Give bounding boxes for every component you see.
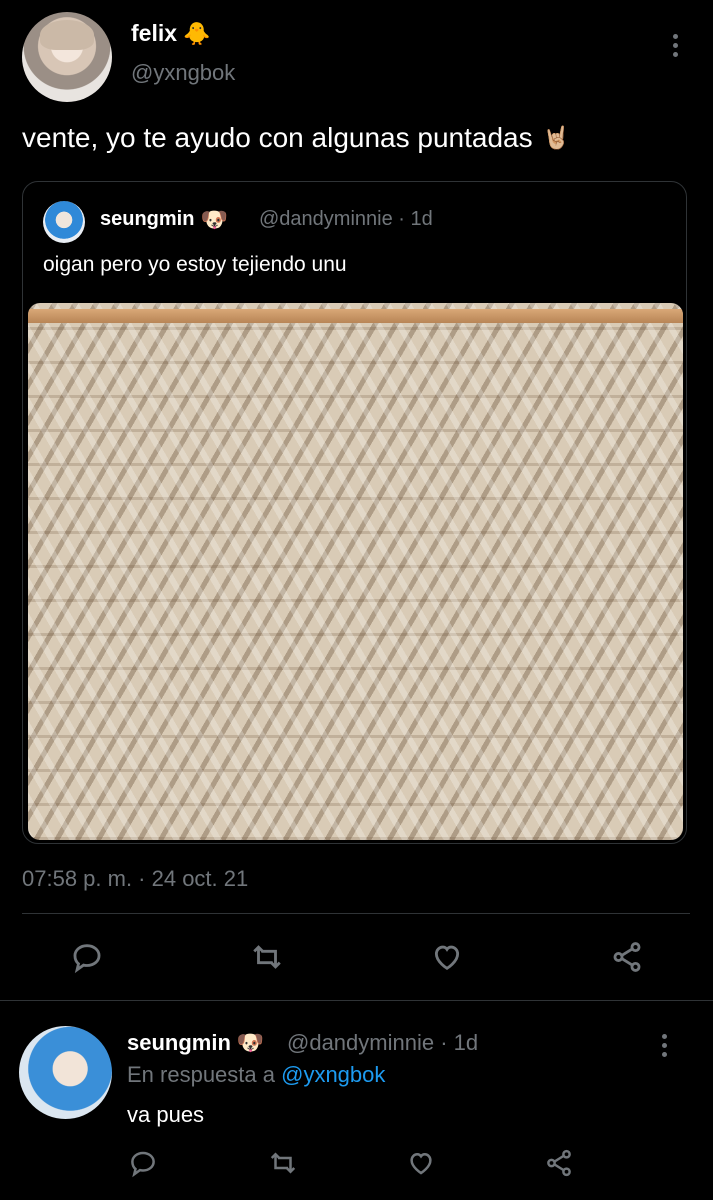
dog-emoji-icon: 🐶 [200,206,228,232]
reply-author-name[interactable]: seungmin 🐶 [127,1030,264,1056]
reply-icon[interactable] [70,940,104,974]
tweet-text-body: vente, yo te ayudo con algunas puntadas [22,122,533,153]
quote-author-name: seungmin 🐶 [100,208,228,231]
avatar-felix[interactable] [22,12,112,102]
author-name-text: felix [131,20,178,46]
avatar-seungmin[interactable] [19,1026,112,1119]
share-icon[interactable] [544,1148,574,1178]
reply-mention-link[interactable]: @yxngbok [281,1062,385,1087]
share-icon[interactable] [610,940,644,974]
reply-icon[interactable] [128,1148,158,1178]
quote-author-name-text: seungmin [100,208,195,230]
quoted-tweet[interactable]: seungmin 🐶 @dandyminnie · 1d oigan pero … [22,181,687,844]
tweet-text: vente, yo te ayudo con algunas puntadas … [22,122,570,154]
dog-emoji-icon: 🐶 [236,1030,265,1055]
divider [22,913,690,914]
quote-text: oigan pero yo estoy tejiendo unu [43,253,347,276]
more-options-icon[interactable] [661,1034,667,1057]
rock-hand-emoji-icon: 🤘🏼 [542,125,571,150]
reply-author-name-text: seungmin [127,1030,231,1055]
thread-divider [0,1000,713,1001]
knitting-needle [28,309,683,323]
reply-text: va pues [127,1102,205,1127]
knitting-photo[interactable] [28,303,683,840]
retweet-icon[interactable] [268,1148,298,1178]
like-icon[interactable] [430,940,464,974]
like-icon[interactable] [406,1148,436,1178]
retweet-icon[interactable] [250,940,284,974]
author-handle[interactable]: @yxngbok [131,60,235,86]
quote-avatar [43,201,85,243]
quote-handle-time: @dandyminnie · 1d [259,208,433,230]
author-name[interactable]: felix 🐥 [131,20,210,47]
reply-handle-time[interactable]: @dandyminnie · 1d [287,1030,478,1056]
chick-emoji-icon: 🐥 [183,20,211,46]
more-options-icon[interactable] [672,34,678,57]
tweet-timestamp[interactable]: 07:58 p. m. · 24 oct. 21 [22,866,248,892]
reply-context: En respuesta a @yxngbok [127,1062,385,1088]
reply-prefix: En respuesta a [127,1062,282,1087]
tweet-thread: felix 🐥 @yxngbok vente, yo te ayudo con … [0,0,713,1200]
